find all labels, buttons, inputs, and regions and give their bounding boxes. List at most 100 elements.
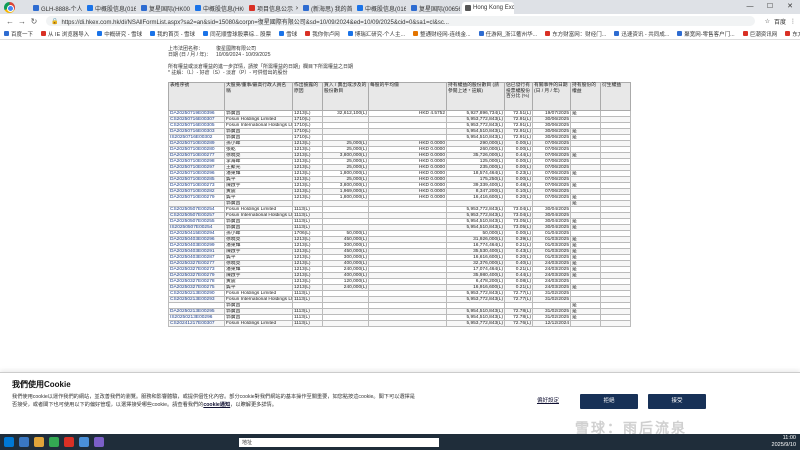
- form-serial-link[interactable]: CS20241217E00307: [168, 320, 225, 327]
- start-icon[interactable]: [4, 437, 14, 447]
- cookie-text-after: ，以瞭解更多詳情。: [230, 401, 277, 408]
- tab-label: 中概股信息(HK010...: [203, 6, 244, 13]
- cookie-reject-button[interactable]: 拒絕: [580, 394, 638, 409]
- bookmark-item[interactable]: 巨潮资讯网: [742, 30, 777, 38]
- app2-icon[interactable]: [94, 437, 104, 447]
- star-icon[interactable]: ☆: [765, 18, 770, 25]
- meta-key: 日期 (日 / 月 / 年)：: [168, 52, 212, 58]
- page-content: 上市法团名称： 復星國際有限公司 日期 (日 / 月 / 年)： 10/09/2024…: [0, 40, 800, 372]
- browser-tab[interactable]: 项目信息公示 ✕: [246, 2, 298, 14]
- column-header[interactable]: 持有權益的股份數目 (請參閱上述 * 註解): [446, 82, 505, 111]
- browser-toolbar: ← → ↻ 🔒 https://di.hkex.com.hk/di/NSAllF…: [0, 14, 800, 28]
- table-cell: 1113(L): [292, 320, 323, 327]
- bookmark-favicon-icon: [413, 31, 419, 36]
- column-header[interactable]: 衍生權益: [600, 82, 631, 111]
- minimize-icon[interactable]: —: [740, 0, 760, 14]
- explorer-icon[interactable]: [19, 437, 29, 447]
- column-header[interactable]: 買入 / 賣出或涉及的股份數目: [322, 82, 369, 111]
- app-icon[interactable]: [64, 437, 74, 447]
- filing-meta: 上市法团名称： 復星國際有限公司 日期 (日 / 月 / 年)： 10/09/2024…: [168, 46, 271, 58]
- cookie-preferences-button[interactable]: 偏好設定: [528, 394, 568, 408]
- tab-favicon-icon: [33, 5, 39, 11]
- tab-label: 复星国际(00656): [419, 6, 460, 13]
- browser-tab[interactable]: Hong Kong Exch...✕: [462, 2, 514, 14]
- bookmark-favicon-icon: [545, 31, 551, 36]
- disclosure-table: 表格序號 大股東/董事/最高行政人員名稱 作出披露的原因 買入 / 賣出或涉及的股份數…: [168, 82, 631, 327]
- bookmark-item[interactable]: 我的首页 - 雪球: [150, 30, 195, 38]
- table-cell: Fosun International Holdings Ltd.: [224, 212, 293, 219]
- column-header[interactable]: 持有股份的權益: [570, 82, 601, 111]
- browser-tab[interactable]: 中概股信息(HK010...✕: [192, 2, 244, 14]
- tab-label: 项目信息公示: [257, 6, 294, 13]
- column-header[interactable]: 有關事件的日期 (日 / 月 / 年): [532, 82, 571, 111]
- bookmark-item[interactable]: 博瑞汇研究-个人主...: [347, 30, 405, 38]
- word-icon[interactable]: [79, 437, 89, 447]
- bookmark-label: 任游网_浙江衢州华...: [485, 31, 538, 38]
- tab-label: 中概股信息(01610): [95, 6, 136, 13]
- table-header-row: 表格序號 大股東/董事/最高行政人員名稱 作出披露的原因 買入 / 賣出或涉及的股份數…: [168, 82, 631, 111]
- bookmark-favicon-icon: [478, 31, 484, 36]
- bookmark-item[interactable]: 东方财富网: [785, 30, 800, 38]
- address-bar[interactable]: 🔒 https://di.hkex.com.hk/di/NSAllFormLis…: [46, 16, 755, 26]
- bookmark-item[interactable]: 中概研究 - 雪球: [97, 30, 142, 38]
- baidu-search-label[interactable]: 百度: [774, 17, 786, 26]
- browser-tab[interactable]: 复星国际(00656)✕: [408, 2, 460, 14]
- bookmark-item[interactable]: 同花顺雪球股票综... 股票: [203, 30, 271, 38]
- chrome-taskbar-icon[interactable]: [49, 437, 59, 447]
- taskbar-address-label: 地址: [242, 439, 253, 446]
- table-body: DA20250719E00396 郭廣昌 1213(L) 32,612,100(L) H…: [168, 110, 631, 327]
- folder-icon[interactable]: [34, 437, 44, 447]
- table-cell: Fosun International Holdings Ltd.: [224, 296, 293, 303]
- bookmark-label: 中概研究 - 雪球: [104, 31, 143, 38]
- bookmark-favicon-icon: [742, 31, 748, 36]
- column-header[interactable]: 佔已發行有投票權股份百分比 (%): [504, 82, 533, 111]
- table-cell: 72.76(L): [504, 320, 533, 327]
- bookmark-label: 东方财富网: [792, 31, 800, 38]
- legend-line: * 註解：（L）- 好倉（S）- 淡倉（P）- 可供借出的股份: [168, 70, 288, 76]
- browser-tab[interactable]: (新海思) 我的首页✕: [300, 2, 352, 14]
- bookmark-label: 迅速资讯 - 共同成...: [621, 31, 670, 38]
- maximize-icon[interactable]: ☐: [760, 0, 780, 14]
- browser-tab[interactable]: 复星国际(HK00656)✕: [138, 2, 190, 14]
- bookmark-item[interactable]: 聚宽网-零售客户门...: [677, 30, 735, 38]
- window-controls: — ☐ ✕: [740, 0, 800, 14]
- close-window-icon[interactable]: ✕: [780, 0, 800, 14]
- table-cell: [570, 320, 601, 327]
- bookmark-favicon-icon: [203, 31, 209, 36]
- column-header[interactable]: 表格序號: [168, 82, 225, 111]
- reload-icon[interactable]: ↻: [28, 17, 40, 26]
- menu-icon[interactable]: ⋮: [790, 18, 796, 25]
- tab-close-icon[interactable]: ✕: [293, 5, 298, 12]
- table-cell: 12/12/2024: [532, 320, 571, 327]
- tab-favicon-icon: [195, 5, 201, 11]
- column-header[interactable]: 大股東/董事/最高行政人員名稱: [224, 82, 293, 111]
- bookmark-label: 百度一下: [11, 31, 34, 38]
- tab-label: Hong Kong Exch...: [473, 5, 514, 11]
- browser-tab[interactable]: GLH-8888-个人主页✕: [30, 2, 82, 14]
- bookmark-label: 同花顺雪球股票综... 股票: [210, 31, 272, 38]
- cookie-accept-button[interactable]: 接受: [648, 394, 706, 409]
- taskbar-address-box[interactable]: 地址: [239, 437, 439, 447]
- cookie-notice-link[interactable]: cookie通知: [203, 402, 230, 408]
- table-cell: [322, 320, 369, 327]
- browser-tab[interactable]: 中概股信息(01610)✕: [354, 2, 406, 14]
- tab-label: 复星国际(HK00656): [149, 6, 190, 13]
- bookmark-item[interactable]: 东方财富网：财经门...: [545, 30, 606, 38]
- bookmark-item[interactable]: 百度一下: [4, 30, 33, 38]
- browser-tab[interactable]: 中概股信息(01610)✕: [84, 2, 136, 14]
- forward-icon[interactable]: →: [16, 17, 28, 26]
- column-header[interactable]: 作出披露的原因: [292, 82, 323, 111]
- chrome-icon[interactable]: [4, 2, 15, 13]
- bookmark-item[interactable]: 我你你卢网: [305, 30, 340, 38]
- bookmark-item[interactable]: 任游网_浙江衢州华...: [478, 30, 538, 38]
- os-taskbar: 地址 11:00 2025/9/10: [0, 434, 800, 450]
- bookmark-item[interactable]: 整通财经网-连线金...: [413, 30, 471, 38]
- bookmark-favicon-icon: [41, 31, 47, 36]
- bookmark-label: 东方财富网：财经门...: [552, 31, 607, 38]
- bookmark-item[interactable]: 迅速资讯 - 共同成...: [614, 30, 669, 38]
- column-header[interactable]: 每股的平均價: [368, 82, 447, 111]
- back-icon[interactable]: ←: [4, 17, 16, 26]
- bookmark-item[interactable]: 雪球: [279, 30, 297, 38]
- clock-date: 2025/9/10: [771, 442, 796, 448]
- bookmark-item[interactable]: 从 IE 浏览器导入: [41, 30, 89, 38]
